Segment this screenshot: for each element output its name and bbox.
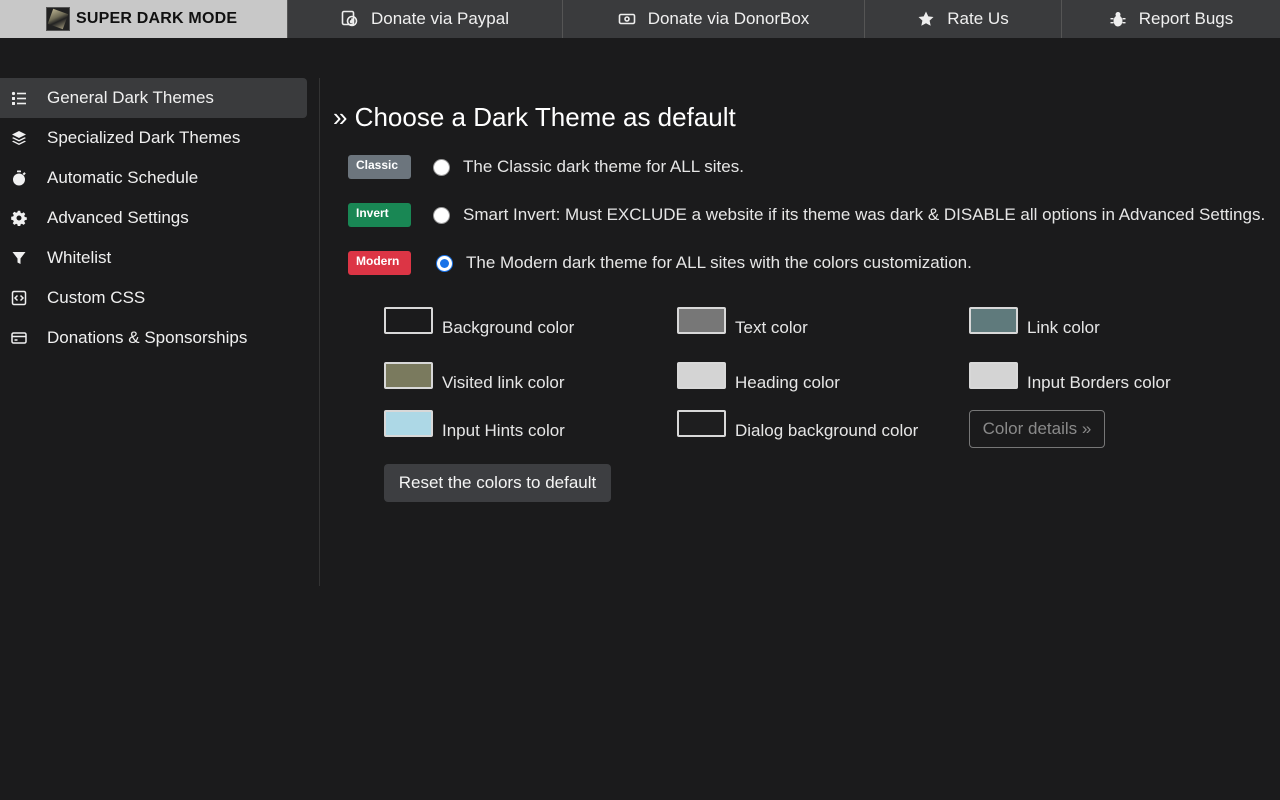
text-color-label: Text color [735, 318, 808, 337]
sidebar-divider [319, 78, 320, 586]
sidebar-item-label: General Dark Themes [47, 88, 214, 107]
link-color-label: Link color [1027, 318, 1100, 337]
color-heading[interactable]: Heading color [677, 362, 840, 392]
credit-card-icon [10, 329, 28, 347]
heading-color-label: Heading color [735, 373, 840, 392]
background-color-label: Background color [442, 318, 575, 337]
sidebar-item-label: Custom CSS [47, 288, 146, 307]
sidebar-item-label: Advanced Settings [47, 208, 189, 227]
main-content: » Choose a Dark Theme as default Classic… [333, 100, 1273, 502]
modern-description: The Modern dark theme for ALL sites with… [466, 253, 972, 272]
modern-radio[interactable] [436, 254, 453, 272]
code-file-icon [10, 289, 28, 307]
sidebar-item-automatic-schedule[interactable]: Automatic Schedule [0, 158, 307, 198]
classic-description: The Classic dark theme for ALL sites. [463, 157, 744, 176]
invert-description: Smart Invert: Must EXCLUDE a website if … [463, 205, 1266, 224]
heading-color-swatch[interactable] [677, 362, 726, 389]
input-hints-color-label: Input Hints color [442, 421, 565, 440]
rate-us-link[interactable]: Rate Us [864, 0, 1061, 38]
report-bugs-label: Report Bugs [1138, 9, 1234, 28]
rate-us-label: Rate Us [947, 9, 1009, 28]
brand-logo-icon [46, 7, 70, 31]
sidebar-item-whitelist[interactable]: Whitelist [0, 238, 307, 278]
color-visited-link[interactable]: Visited link color [384, 362, 565, 392]
color-details-button[interactable]: Color details » [969, 410, 1105, 448]
sidebar-item-label: Whitelist [47, 248, 112, 267]
input-borders-color-label: Input Borders color [1027, 373, 1171, 392]
paypal-icon [341, 10, 358, 27]
color-background[interactable]: Background color [384, 307, 574, 337]
gear-icon [10, 209, 28, 227]
theme-option-classic[interactable]: Classic The Classic dark theme for ALL s… [348, 154, 744, 180]
link-color-swatch[interactable] [969, 307, 1018, 334]
color-input-borders[interactable]: Input Borders color [969, 362, 1171, 392]
list-icon [10, 89, 28, 107]
visited-link-color-swatch[interactable] [384, 362, 433, 389]
top-navbar: SUPER DARK MODE Donate via Paypal Donate… [0, 0, 1280, 38]
sidebar-item-general-dark-themes[interactable]: General Dark Themes [0, 78, 307, 118]
dialog-background-color-label: Dialog background color [735, 421, 919, 440]
text-color-swatch[interactable] [677, 307, 726, 334]
input-borders-color-swatch[interactable] [969, 362, 1018, 389]
invert-badge: Invert [348, 203, 411, 227]
sidebar-item-advanced-settings[interactable]: Advanced Settings [0, 198, 307, 238]
report-bugs-link[interactable]: Report Bugs [1061, 0, 1280, 38]
sidebar-item-label: Automatic Schedule [47, 168, 199, 187]
bug-icon [1110, 12, 1126, 27]
classic-badge: Classic [348, 155, 411, 179]
filter-icon [10, 249, 28, 267]
sidebar-item-donations-sponsorships[interactable]: Donations & Sponsorships [0, 318, 307, 358]
cash-icon [618, 13, 636, 25]
color-link[interactable]: Link color [969, 307, 1100, 337]
sidebar-item-label: Specialized Dark Themes [47, 128, 241, 147]
background-color-swatch[interactable] [384, 307, 433, 334]
donate-paypal-link[interactable]: Donate via Paypal [287, 0, 562, 38]
stopwatch-icon [10, 169, 28, 187]
invert-radio[interactable] [433, 206, 450, 224]
page-title: » Choose a Dark Theme as default [333, 102, 736, 132]
theme-option-invert[interactable]: Invert Smart Invert: Must EXCLUDE a webs… [348, 202, 1265, 228]
visited-link-color-label: Visited link color [442, 373, 565, 392]
color-text[interactable]: Text color [677, 307, 808, 337]
sidebar: General Dark Themes Specialized Dark The… [0, 78, 307, 358]
sidebar-item-specialized-dark-themes[interactable]: Specialized Dark Themes [0, 118, 307, 158]
star-icon [918, 11, 934, 26]
modern-badge: Modern [348, 251, 411, 275]
color-customization-grid: Background color Text color Link color V… [384, 307, 1184, 457]
brand-title: SUPER DARK MODE [76, 10, 238, 27]
donate-donorbox-label: Donate via DonorBox [647, 9, 810, 28]
color-input-hints[interactable]: Input Hints color [384, 410, 565, 440]
dialog-background-color-swatch[interactable] [677, 410, 726, 437]
color-dialog-background[interactable]: Dialog background color [677, 410, 918, 440]
donate-donorbox-link[interactable]: Donate via DonorBox [562, 0, 864, 38]
reset-colors-button[interactable]: Reset the colors to default [384, 464, 611, 502]
sidebar-item-custom-css[interactable]: Custom CSS [0, 278, 307, 318]
theme-option-modern[interactable]: Modern The Modern dark theme for ALL sit… [348, 250, 972, 276]
brand[interactable]: SUPER DARK MODE [0, 0, 287, 38]
layers-icon [10, 129, 28, 147]
classic-radio[interactable] [433, 158, 450, 176]
donate-paypal-label: Donate via Paypal [371, 9, 509, 28]
input-hints-color-swatch[interactable] [384, 410, 433, 437]
sidebar-item-label: Donations & Sponsorships [47, 328, 248, 347]
